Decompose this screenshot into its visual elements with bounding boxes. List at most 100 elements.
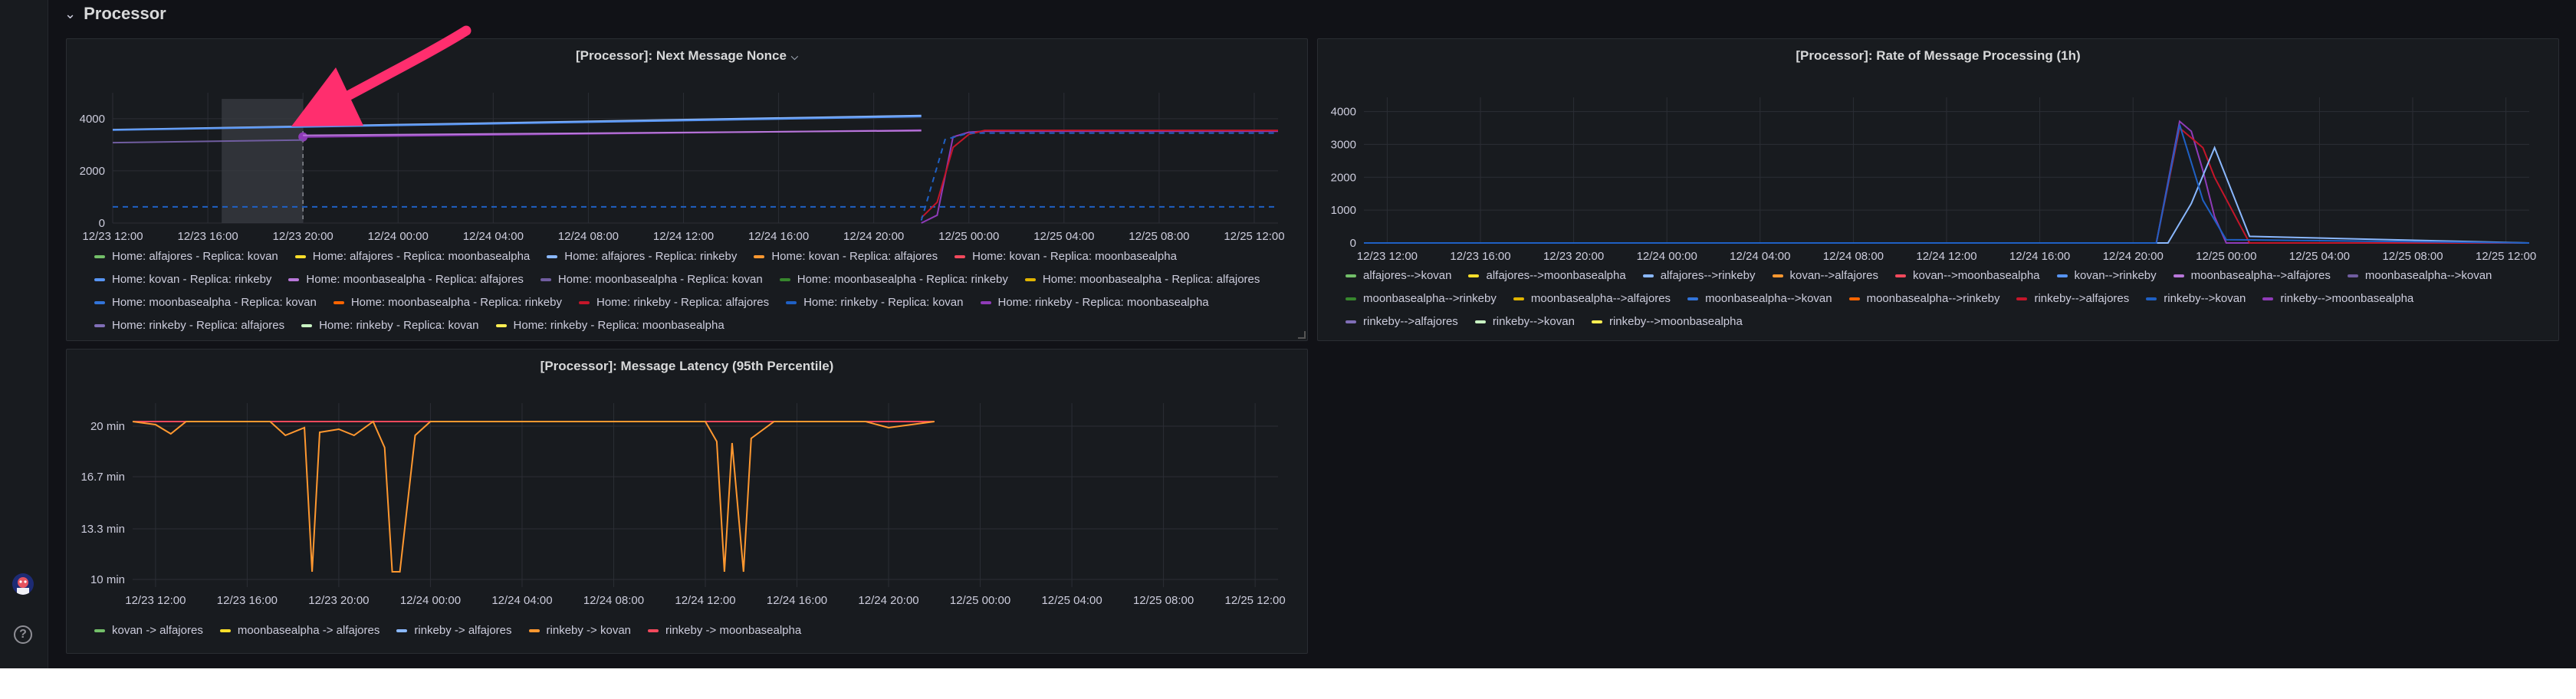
legend-swatch <box>1687 297 1699 300</box>
chart-legend: alfajores-->kovan alfajores-->moonbasealp… <box>1346 264 2551 333</box>
legend-item[interactable]: moonbasealpha-->kovan <box>1687 288 1832 310</box>
y-tick-label: 13.3 min <box>80 523 125 536</box>
legend-item[interactable]: rinkeby -> kovan <box>528 620 631 642</box>
legend-item[interactable]: rinkeby-->alfajores <box>2016 288 2129 310</box>
legend-item[interactable]: Home: rinkeby - Replica: moonbasealpha <box>495 315 724 336</box>
legend-item[interactable]: Home: alfajores - Replica: moonbasealpha <box>294 246 530 267</box>
legend-label: Home: rinkeby - Replica: kovan <box>319 319 479 332</box>
legend-item[interactable]: kovan-->moonbasealpha <box>1894 265 2040 287</box>
legend-item[interactable]: kovan -> alfajores <box>94 620 203 642</box>
legend-item[interactable]: Home: rinkeby - Replica: alfajores <box>94 315 284 336</box>
legend-swatch <box>1468 274 1480 277</box>
legend-label: Home: moonbasealpha - Replica: alfajores <box>1042 273 1260 286</box>
legend-swatch <box>754 255 765 258</box>
legend-item[interactable]: moonbasealpha-->kovan <box>2347 265 2492 287</box>
legend-item[interactable]: rinkeby-->moonbasealpha <box>2262 288 2413 310</box>
legend-item[interactable]: rinkeby-->alfajores <box>1346 311 1458 333</box>
legend-item[interactable]: Home: rinkeby - Replica: kovan <box>786 292 964 313</box>
y-tick-label: 4000 <box>80 113 105 126</box>
x-tick-label: 12/23 16:00 <box>217 594 278 607</box>
y-tick-label: 16.7 min <box>80 471 125 484</box>
panel-next-message-nonce[interactable]: [Processor]: Next Message Nonce ⌵ 4000 200… <box>66 38 1308 341</box>
legend-item[interactable]: rinkeby -> moonbasealpha <box>648 620 801 642</box>
legend-item[interactable]: Home: moonbasealpha - Replica: rinkeby <box>779 269 1008 290</box>
user-avatar[interactable] <box>12 573 34 595</box>
panel-message-latency[interactable]: [Processor]: Message Latency (95th Perce… <box>66 349 1308 654</box>
x-tick-label: 12/24 08:00 <box>558 230 619 243</box>
legend-swatch <box>2173 274 2184 277</box>
panel-rate-of-message-processing[interactable]: [Processor]: Rate of Message Processing … <box>1317 38 2559 341</box>
legend-label: Home: kovan - Replica: moonbasealpha <box>972 250 1177 263</box>
resize-handle[interactable] <box>1298 331 1306 339</box>
y-tick-label: 2000 <box>1331 171 1356 184</box>
legend-item[interactable]: Home: kovan - Replica: rinkeby <box>94 269 271 290</box>
dashboard-row-header[interactable]: ⌄ Processor <box>64 0 166 28</box>
legend-label: rinkeby-->kovan <box>2164 292 2246 305</box>
legend-swatch <box>94 278 105 281</box>
x-tick-label: 12/24 04:00 <box>1730 250 1790 263</box>
legend-item[interactable]: rinkeby-->moonbasealpha <box>1591 311 1743 333</box>
legend-swatch <box>955 255 966 258</box>
legend-item[interactable]: Home: rinkeby - Replica: kovan <box>301 315 479 336</box>
legend-item[interactable]: rinkeby-->kovan <box>1474 311 1575 333</box>
legend-item[interactable]: Home: kovan - Replica: alfajores <box>754 246 938 267</box>
legend-label: alfajores-->kovan <box>1363 269 1452 282</box>
x-tick-label: 12/23 20:00 <box>1543 250 1604 263</box>
legend-label: Home: rinkeby - Replica: moonbasealpha <box>997 296 1209 309</box>
legend-item[interactable]: Home: moonbasealpha - Replica: kovan <box>540 269 763 290</box>
legend-label: alfajores-->moonbasealpha <box>1486 269 1626 282</box>
y-tick-label: 20 min <box>90 420 125 433</box>
nonce-chart[interactable]: 4000 2000 012/23 12:00 12/23 16:00 12/23 20:… <box>67 39 1309 246</box>
x-tick-label: 12/24 00:00 <box>368 230 429 243</box>
x-tick-label: 12/25 08:00 <box>1133 594 1194 607</box>
x-tick-label: 12/24 12:00 <box>1916 250 1976 263</box>
help-icon[interactable]: ? <box>14 625 32 644</box>
legend-swatch <box>301 324 313 327</box>
legend-swatch <box>1848 297 1860 300</box>
rate-chart[interactable]: 4000 3000 2000 1000 012/23 12:00 12/23 16:00 1… <box>1318 39 2560 269</box>
legend-swatch <box>2347 274 2358 277</box>
legend-label: Home: kovan - Replica: alfajores <box>771 250 938 263</box>
legend-swatch <box>94 324 105 327</box>
legend-item[interactable]: Home: moonbasealpha - Replica: kovan <box>94 292 317 313</box>
chart-legend: kovan -> alfajores moonbasealpha -> alfaj… <box>94 619 1300 642</box>
legend-item[interactable]: moonbasealpha-->alfajores <box>2173 265 2331 287</box>
legend-item[interactable]: Home: rinkeby - Replica: moonbasealpha <box>980 292 1209 313</box>
legend-swatch <box>2056 274 2068 277</box>
legend-item[interactable]: Home: moonbasealpha - Replica: alfajores <box>1024 269 1260 290</box>
legend-item[interactable]: moonbasealpha -> alfajores <box>219 620 380 642</box>
x-tick-label: 12/23 12:00 <box>82 230 143 243</box>
legend-label: rinkeby-->moonbasealpha <box>1608 315 1743 328</box>
x-tick-label: 12/24 16:00 <box>748 230 809 243</box>
legend-item[interactable]: rinkeby -> alfajores <box>396 620 512 642</box>
legend-item[interactable]: moonbasealpha-->rinkeby <box>1848 288 1999 310</box>
legend-label: moonbasealpha-->rinkeby <box>1363 292 1497 305</box>
legend-label: Home: alfajores - Replica: rinkeby <box>564 250 738 263</box>
legend-item[interactable]: kovan-->alfajores <box>1772 265 1878 287</box>
legend-item[interactable]: alfajores-->kovan <box>1346 265 1451 287</box>
legend-swatch <box>1346 320 1356 323</box>
legend-item[interactable]: alfajores-->moonbasealpha <box>1468 265 1626 287</box>
legend-item[interactable]: rinkeby-->kovan <box>2146 288 2246 310</box>
legend-item[interactable]: moonbasealpha-->rinkeby <box>1346 288 1497 310</box>
x-tick-label: 12/24 04:00 <box>463 230 524 243</box>
legend-item[interactable]: kovan-->rinkeby <box>2056 265 2157 287</box>
latency-chart[interactable]: 20 min 16.7 min 13.3 min 10 min12/23 12:00 1… <box>67 350 1309 625</box>
legend-item[interactable]: Home: rinkeby - Replica: alfajores <box>578 292 769 313</box>
legend-label: kovan-->moonbasealpha <box>1912 269 2040 282</box>
x-tick-label: 12/25 04:00 <box>1041 594 1102 607</box>
legend-item[interactable]: moonbasealpha-->alfajores <box>1513 288 1671 310</box>
x-tick-label: 12/24 00:00 <box>400 594 461 607</box>
chevron-down-icon[interactable]: ⌄ <box>64 7 76 21</box>
legend-item[interactable]: Home: alfajores - Replica: kovan <box>94 246 278 267</box>
legend-item[interactable]: alfajores-->rinkeby <box>1642 265 1756 287</box>
x-tick-label: 12/25 12:00 <box>1224 594 1285 607</box>
legend-item[interactable]: Home: moonbasealpha - Replica: rinkeby <box>333 292 562 313</box>
legend-label: rinkeby -> alfajores <box>414 624 512 637</box>
legend-item[interactable]: Home: alfajores - Replica: rinkeby <box>547 246 737 267</box>
legend-swatch <box>1642 274 1654 277</box>
legend-item[interactable]: Home: moonbasealpha - Replica: alfajores <box>288 269 524 290</box>
legend-label: Home: moonbasealpha - Replica: alfajores <box>306 273 524 286</box>
legend-item[interactable]: Home: kovan - Replica: moonbasealpha <box>955 246 1177 267</box>
x-tick-label: 12/23 12:00 <box>1357 250 1418 263</box>
